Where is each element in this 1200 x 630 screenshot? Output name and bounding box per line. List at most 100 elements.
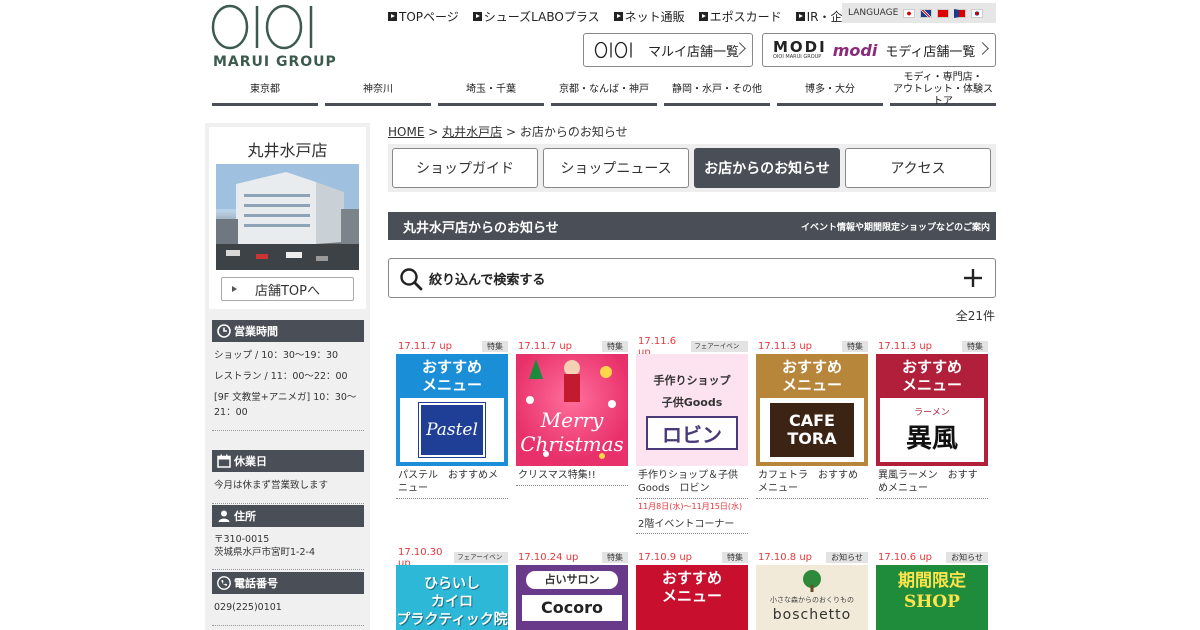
card-thumbnail[interactable]: 占いサロン Cocoro bbox=[516, 565, 628, 630]
card-tag: フェアーイベント bbox=[691, 341, 748, 361]
modi-logo-text: MODI bbox=[773, 38, 827, 56]
card-thumbnail[interactable]: Merry Christmas bbox=[516, 354, 628, 466]
phone-icon bbox=[217, 576, 231, 590]
uk-flag-icon[interactable] bbox=[920, 8, 933, 18]
store-top-button[interactable]: 店舗TOPへ bbox=[221, 277, 354, 301]
korea-flag-icon[interactable] bbox=[971, 8, 984, 18]
card-tag: 特集 bbox=[842, 341, 868, 352]
card-thumbnail[interactable]: おすすめ メニュー bbox=[636, 565, 748, 630]
oioi-logo-mark bbox=[211, 4, 313, 50]
cafe-tora-logo: CAFE TORA bbox=[770, 403, 854, 457]
pastel-logo: Pastel bbox=[418, 402, 486, 458]
notice-card[interactable]: 17.10.24 up 特集 占いサロン Cocoro bbox=[516, 551, 628, 630]
notice-card[interactable]: 17.10.8 up お知らせ 小さな森からのおくりもの boschetto bbox=[756, 551, 868, 630]
card-thumbnail[interactable]: 小さな森からのおくりもの boschetto bbox=[756, 565, 868, 630]
area-tab-hakata-oita[interactable]: 博多・大分 bbox=[777, 77, 883, 106]
brand-logo-area: ラーメン 異風 bbox=[880, 398, 984, 462]
boschetto-tagline: 小さな森からのおくりもの bbox=[770, 596, 854, 604]
robin-mid-text: 子供Goods bbox=[661, 396, 723, 409]
card-thumbnail[interactable]: 期間限定 SHOP bbox=[876, 565, 988, 630]
card-thumbnail[interactable]: ひらいし カイロ プラクティック院 bbox=[396, 565, 508, 630]
japan-flag-icon[interactable] bbox=[903, 8, 916, 18]
tab-shop-news[interactable]: ショップニュース bbox=[543, 148, 689, 188]
card-tag: 特集 bbox=[482, 341, 508, 352]
fortune-salon-label: 占いサロン bbox=[526, 571, 618, 589]
area-tab-kanagawa[interactable]: 神奈川 bbox=[325, 77, 431, 106]
hours-section: 営業時間 ショップ / 10：30〜19：30 レストラン / 11：00〜22… bbox=[212, 320, 364, 431]
card-tag: 特集 bbox=[962, 341, 988, 352]
card-title: 異風ラーメン おすすめメニュー bbox=[876, 466, 988, 499]
recommend-heading: おすすめ メニュー bbox=[781, 358, 842, 394]
store-photo bbox=[216, 164, 359, 270]
card-thumbnail[interactable]: おすすめ メニュー CAFE TORA bbox=[756, 354, 868, 466]
card-thumbnail[interactable]: おすすめ メニュー Pastel bbox=[396, 354, 508, 466]
card-tag: フェアーイベント bbox=[454, 552, 508, 572]
tab-store-notices[interactable]: お店からのお知らせ bbox=[694, 148, 840, 188]
card-meta: 17.11.3 up 特集 bbox=[756, 340, 868, 353]
breadcrumb-home[interactable]: HOME bbox=[388, 125, 424, 139]
holiday-text: 今月は休まず営業致します bbox=[214, 480, 329, 491]
holiday-section: 休業日 今月は休まず営業致します bbox=[212, 450, 364, 504]
tree-icon bbox=[803, 570, 821, 592]
phone-number: 029(225)0101 bbox=[214, 602, 282, 613]
topnav-top-link[interactable]: TOPページ bbox=[388, 8, 459, 25]
boschetto-logo: boschetto bbox=[772, 607, 852, 623]
notice-card[interactable]: 17.11.3 up 特集 おすすめ メニュー ラーメン 異風 異風ラーメン おす… bbox=[876, 340, 988, 499]
cocoro-logo: Cocoro bbox=[522, 595, 622, 621]
modi-logo: MODI OIOI MARUI GROUP bbox=[773, 40, 827, 60]
notice-card[interactable]: 17.10.9 up 特集 おすすめ メニュー bbox=[636, 551, 748, 630]
card-thumbnail[interactable]: おすすめ メニュー ラーメン 異風 bbox=[876, 354, 988, 466]
modi-logo-sub: OIOI MARUI GROUP bbox=[773, 54, 822, 60]
card-thumbnail[interactable]: 手作りショップ 子供Goods ロビン bbox=[636, 354, 748, 466]
topnav-online-shop-link[interactable]: ネット通販 bbox=[613, 8, 685, 25]
notice-card[interactable]: 17.11.7 up 特集 おすすめ メニュー Pastel パステル おすすめメ… bbox=[396, 340, 508, 499]
arrow-icon bbox=[698, 12, 708, 21]
area-tab-kyoto-namba-kobe[interactable]: 京都・なんば・神戸 bbox=[551, 77, 657, 106]
card-tag: 特集 bbox=[602, 552, 628, 563]
tab-access[interactable]: アクセス bbox=[845, 148, 991, 188]
topnav-epos-card-link[interactable]: エポスカード bbox=[698, 8, 782, 25]
topnav-label: シューズLABOプラス bbox=[483, 10, 600, 24]
filter-search-label: 絞り込んで検索する bbox=[429, 272, 546, 288]
area-tab-modi-outlet[interactable]: モディ・専門店・ アウトレット・体験ストア bbox=[890, 72, 996, 107]
address-section: 住所 〒310-0015 茨城県水戸市宮町1-2-4 bbox=[212, 505, 364, 570]
language-selector: LANGUAGE bbox=[842, 3, 996, 23]
area-tab-tokyo[interactable]: 東京都 bbox=[212, 77, 318, 106]
address-body: 〒310-0015 茨城県水戸市宮町1-2-4 bbox=[212, 527, 364, 570]
chiropractic-text: ひらいし カイロ プラクティック院 bbox=[396, 576, 508, 628]
top-navigation: TOPページ シューズLABOプラス ネット通販 エポスカード IR・企業情報 bbox=[388, 8, 879, 25]
notice-card[interactable]: 17.10.30 upフェアーイベント ひらいし カイロ プラクティック院 bbox=[396, 547, 508, 630]
area-navigation: 東京都 神奈川 埼玉・千葉 京都・なんば・神戸 静岡・水戸・その他 博多・大分 … bbox=[212, 72, 996, 107]
store-name: 丸井水戸店 bbox=[247, 141, 328, 160]
marui-group-logo[interactable]: MARUI GROUP bbox=[211, 4, 336, 74]
breadcrumb-separator: > bbox=[428, 125, 439, 139]
section-title: 丸井水戸店からのお知らせ bbox=[403, 220, 559, 236]
topnav-label: エポスカード bbox=[709, 10, 782, 24]
arrow-icon bbox=[388, 12, 397, 21]
modi-store-list-button[interactable]: MODI OIOI MARUI GROUP modi モディ店舗一覧 bbox=[762, 33, 996, 67]
taiwan-flag-icon[interactable] bbox=[954, 8, 967, 18]
area-tab-shizuoka-mito[interactable]: 静岡・水戸・その他 bbox=[664, 77, 770, 106]
triangle-right-icon bbox=[232, 286, 237, 292]
topnav-shoes-labo-link[interactable]: シューズLABOプラス bbox=[472, 8, 600, 25]
holiday-header: 休業日 bbox=[212, 450, 364, 472]
card-date: 17.10.9 up bbox=[638, 552, 693, 563]
topnav-label: ネット通販 bbox=[624, 10, 685, 24]
notice-card[interactable]: 17.11.6 upフェアーイベント 手作りショップ 子供Goods ロビン 手… bbox=[636, 336, 748, 534]
breadcrumb: HOME > 丸井水戸店 > お店からのお知らせ bbox=[388, 123, 628, 140]
card-meta: 17.10.8 up お知らせ bbox=[756, 551, 868, 564]
china-flag-icon[interactable] bbox=[937, 8, 950, 18]
card-location: 2階イベントコーナー bbox=[636, 512, 748, 534]
calendar-icon bbox=[217, 454, 231, 468]
phone-title: 電話番号 bbox=[234, 577, 278, 590]
breadcrumb-store[interactable]: 丸井水戸店 bbox=[442, 125, 502, 139]
filter-search-toggle[interactable]: 絞り込んで検索する bbox=[388, 258, 996, 298]
notice-card[interactable]: 17.11.3 up 特集 おすすめ メニュー CAFE TORA カフェトラ お… bbox=[756, 340, 868, 499]
notice-card[interactable]: 17.10.6 up お知らせ 期間限定 SHOP bbox=[876, 551, 988, 630]
modi-store-list-label: モディ店舗一覧 bbox=[885, 44, 976, 60]
notice-card[interactable]: 17.11.7 up 特集 Merry Christmas クリスマス特集!! bbox=[516, 340, 628, 486]
tab-shop-guide[interactable]: ショップガイド bbox=[392, 148, 538, 188]
card-date: 17.10.6 up bbox=[878, 552, 933, 563]
marui-store-list-button[interactable]: マルイ店舗一覧 bbox=[583, 33, 753, 67]
area-tab-saitama-chiba[interactable]: 埼玉・千葉 bbox=[438, 77, 544, 106]
